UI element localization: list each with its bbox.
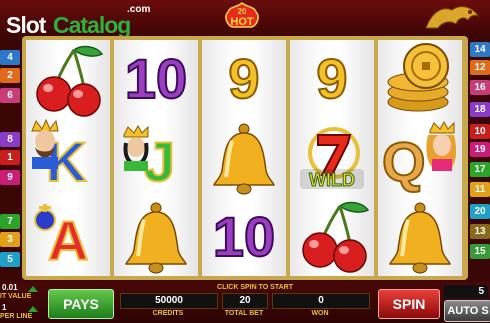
- logo-com-text: .com: [127, 4, 151, 15]
- ten-symbol: 10: [202, 198, 286, 276]
- cherry-icon: [26, 40, 110, 118]
- payline-marker-2[interactable]: 2: [0, 68, 20, 83]
- number-9: 9: [227, 46, 260, 111]
- payline-marker-9[interactable]: 9: [0, 170, 20, 185]
- click-spin-hint: CLICK SPIN TO START: [217, 284, 293, 291]
- payline-marker-17[interactable]: 17: [470, 162, 490, 177]
- reel-3: 9 10: [202, 40, 286, 276]
- payline-marker-18[interactable]: 18: [470, 102, 490, 117]
- queen-face-icon: [426, 121, 457, 171]
- payline-marker-15[interactable]: 15: [470, 244, 490, 259]
- reel-5: Q: [378, 40, 462, 276]
- credits-value: 50000: [120, 293, 218, 309]
- payline-marker-6[interactable]: 6: [0, 88, 20, 103]
- reel-2: 10 J: [114, 40, 198, 276]
- wild-label: WILD: [309, 170, 355, 190]
- slotcatalog-logo: Slot Catalog .com: [6, 4, 156, 38]
- payline-marker-20[interactable]: 20: [470, 204, 490, 219]
- payline-marker-7[interactable]: 7: [0, 214, 20, 229]
- bell-icon: [114, 198, 198, 276]
- jack-face-icon: [123, 125, 149, 171]
- won-label: WON: [311, 310, 329, 317]
- payline-marker-11[interactable]: 11: [470, 182, 490, 197]
- game-logo-text: HOT: [230, 16, 254, 28]
- payline-marker-12[interactable]: 12: [470, 60, 490, 75]
- paylines-left: 4 2 6 8 1 9 7 3 5: [0, 36, 22, 282]
- auto-spin-button[interactable]: AUTO S: [444, 300, 490, 322]
- number-10: 10: [212, 204, 276, 269]
- queen-a-symbol: A: [26, 198, 110, 276]
- nine-symbol: 9: [290, 40, 374, 118]
- payline-marker-5[interactable]: 5: [0, 252, 20, 267]
- payline-marker-16[interactable]: 16: [470, 80, 490, 95]
- queen-q-symbol: Q: [378, 119, 462, 197]
- king-k-symbol: K: [26, 119, 110, 197]
- game-logo-number: 20: [238, 7, 247, 16]
- payline-marker-3[interactable]: 3: [0, 232, 20, 247]
- payline-marker-14[interactable]: 14: [470, 42, 490, 57]
- ten-symbol: 10: [114, 40, 198, 118]
- won-value: 0: [272, 293, 370, 309]
- number-10: 10: [124, 46, 188, 111]
- unit-value: 0.01: [2, 283, 18, 292]
- paylines-right: 14 12 16 18 10 19 17 11 20 13 15: [468, 36, 490, 282]
- reel-4: 9 WILD: [290, 40, 374, 276]
- payline-marker-19[interactable]: 19: [470, 142, 490, 157]
- lines-value: 5: [444, 285, 488, 298]
- bell-icon: [202, 119, 286, 197]
- payline-marker-8[interactable]: 8: [0, 132, 20, 147]
- pays-button[interactable]: PAYS: [48, 289, 114, 319]
- nine-symbol: 9: [202, 40, 286, 118]
- unit-value-up-arrow-icon[interactable]: [28, 286, 38, 292]
- seven-wild-symbol: WILD: [290, 119, 374, 197]
- king-face-icon: [31, 119, 59, 169]
- logo-catalog-text: Catalog: [53, 12, 131, 38]
- reels-area: K A 10 J 9 10 9 WILD Q: [22, 36, 468, 280]
- logo-slot-text: Slot: [6, 12, 46, 38]
- bet-settings: 0.01 IT VALUE 1 PER LINE: [0, 282, 40, 323]
- cherry-icon: [290, 198, 374, 276]
- dragon-ornament-icon: [425, 6, 480, 29]
- bell-icon: [378, 198, 462, 276]
- seven-wild-icon: WILD: [300, 127, 364, 191]
- bet-per-line-label: PER LINE: [0, 313, 33, 320]
- bet-per-line-value: 1: [2, 303, 7, 312]
- game-logo: 20 HOT: [225, 2, 259, 28]
- payline-marker-1[interactable]: 1: [0, 150, 20, 165]
- letter-q: Q: [381, 129, 427, 194]
- payline-marker-13[interactable]: 13: [470, 224, 490, 239]
- credits-label: CREDITS: [152, 310, 184, 317]
- payline-marker-10[interactable]: 10: [470, 124, 490, 139]
- bet-per-line-up-arrow-icon[interactable]: [28, 306, 38, 312]
- reel-1: K A: [26, 40, 110, 276]
- orb-icon: [34, 204, 56, 231]
- gold-coins-icon: [378, 40, 462, 118]
- jack-j-symbol: J: [114, 119, 198, 197]
- number-9: 9: [315, 46, 348, 111]
- spin-button[interactable]: SPIN: [378, 289, 440, 319]
- total-bet-value: 20: [222, 293, 268, 309]
- total-bet-label: TOTAL BET: [224, 310, 264, 317]
- unit-value-label: IT VALUE: [0, 293, 32, 300]
- payline-marker-4[interactable]: 4: [0, 50, 20, 65]
